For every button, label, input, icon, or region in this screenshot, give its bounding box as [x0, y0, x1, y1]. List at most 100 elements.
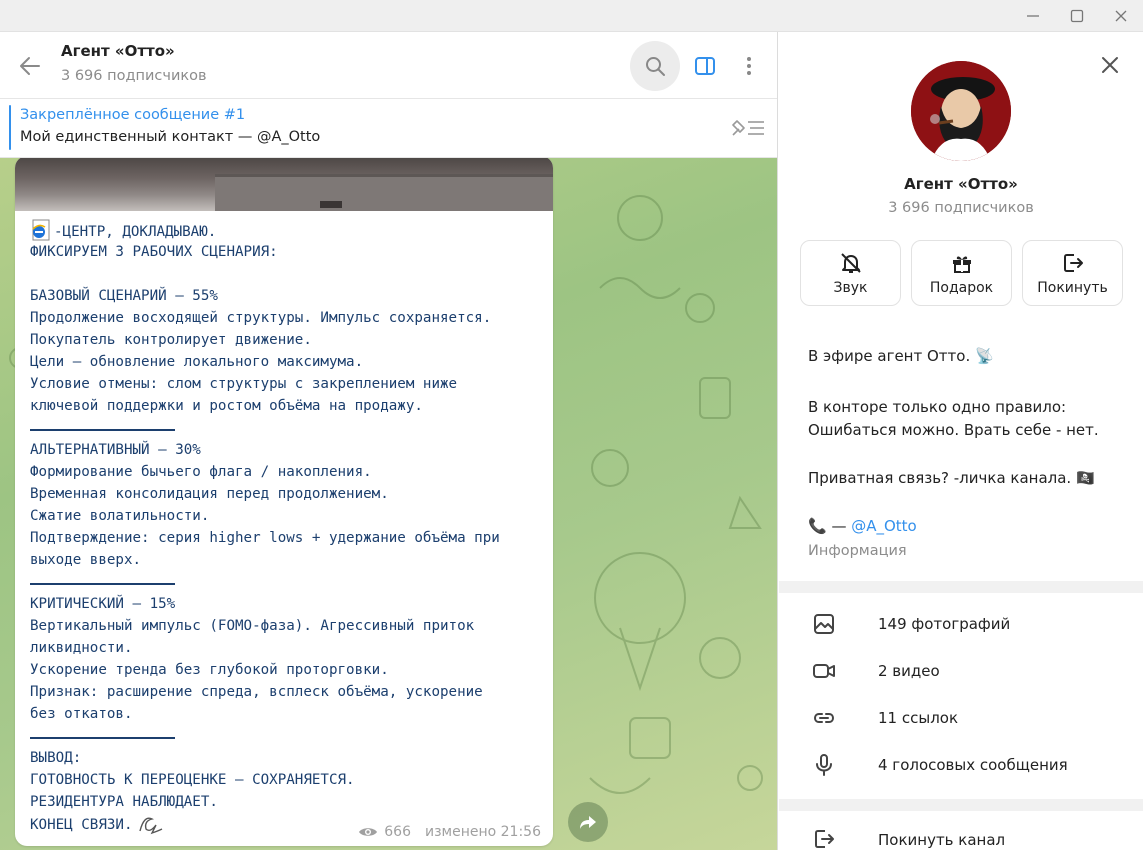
post-text-line-content: -ЦЕНТР, ДОКЛАДЫВАЮ.: [54, 224, 217, 240]
back-arrow-icon[interactable]: [16, 52, 44, 80]
description-line: Приватная связь? -личка канала. 🏴‍☠️: [808, 469, 1095, 487]
maximize-icon[interactable]: [1065, 4, 1089, 28]
internet-explorer-icon: [30, 219, 52, 241]
chat-panel: Агент «Отто» 3 696 подписчиков Закреплён…: [0, 32, 778, 850]
video-icon: [813, 664, 835, 678]
post-text-line: АЛЬТЕРНАТИВНЫЙ — 30%: [30, 442, 201, 458]
more-options-button[interactable]: [724, 41, 774, 91]
forward-icon: [580, 816, 596, 829]
leave-icon: [1064, 254, 1083, 272]
pinned-text: Мой единственный контакт — @A_Otto: [20, 129, 321, 145]
mute-button[interactable]: Звук: [800, 240, 901, 306]
contact-line: 📞 — @A_Otto: [808, 517, 917, 535]
description-line: Ошибаться можно. Врать себе - нет.: [808, 421, 1099, 439]
media-row-videos[interactable]: 2 видео: [779, 649, 1143, 696]
photo-detail: [320, 201, 342, 208]
pinned-title: Закреплённое сообщение #1: [20, 107, 246, 123]
channel-avatar[interactable]: [911, 61, 1011, 161]
post-text-line: Покупатель контролирует движение.: [30, 332, 312, 348]
gift-label: Подарок: [929, 280, 994, 296]
close-window-icon[interactable]: [1109, 4, 1133, 28]
leave-button[interactable]: Покинуть: [1022, 240, 1123, 306]
toggle-sidebar-button[interactable]: [680, 41, 730, 91]
search-button[interactable]: [630, 41, 680, 91]
post-text-line: выходе вверх.: [30, 552, 142, 568]
info-label: Информация: [808, 543, 907, 559]
gift-button[interactable]: Подарок: [911, 240, 1012, 306]
gift-icon: [953, 256, 971, 273]
profile-subscribers: 3 696 подписчиков: [888, 200, 1034, 216]
more-vertical-icon: [747, 57, 751, 75]
links-count: 11 ссылок: [878, 709, 959, 727]
description-line: В эфире агент Отто. 📡: [808, 347, 994, 365]
post-text-line: БАЗОВЫЙ СЦЕНАРИЙ — 55%: [30, 288, 218, 304]
chat-subscribers: 3 696 подписчиков: [61, 68, 207, 84]
description-line: В конторе только одно правило:: [808, 398, 1067, 416]
bell-off-icon: [841, 253, 861, 273]
post-text-line: КРИТИЧЕСКИЙ — 15%: [30, 596, 176, 612]
post-meta: 666 изменено 21:56: [358, 824, 541, 840]
post-text-line: Временная консолидация перед продолжение…: [30, 486, 389, 502]
pinned-indicator: [9, 105, 11, 150]
photos-count: 149 фотографий: [878, 615, 1011, 633]
post-text-line: Ускорение тренда без глубокой проторговк…: [30, 662, 389, 678]
sidebar-icon: [695, 57, 715, 75]
post-text-line: ГОТОВНОСТЬ К ПЕРЕОЦЕНКЕ — СОХРАНЯЕТСЯ.: [30, 772, 355, 788]
chat-background: -ЦЕНТР, ДОКЛАДЫВАЮ. ФИКСИРУЕМ 3 РАБОЧИХ С…: [0, 158, 777, 850]
channel-info-panel: Агент «Отто» 3 696 подписчиков Звук Пода…: [779, 32, 1143, 850]
leave-channel-row[interactable]: Покинуть канал: [779, 811, 1143, 850]
media-row-voice[interactable]: 4 голосовых сообщения: [779, 743, 1143, 790]
post-text-line: ключевой поддержки и ростом объёма на пр…: [30, 398, 423, 414]
post-text-line: Продолжение восходящей структуры. Импуль…: [30, 310, 492, 326]
profile-name: Агент «Отто»: [904, 175, 1018, 193]
separator-line: [30, 417, 545, 439]
media-row-links[interactable]: 11 ссылок: [779, 696, 1143, 743]
post-text-line: Признак: расширение спреда, всплеск объё…: [30, 684, 483, 700]
post-text-line: ликвидности.: [30, 640, 133, 656]
chat-title[interactable]: Агент «Отто»: [61, 42, 175, 60]
channel-description: В эфире агент Отто. 📡 В конторе только о…: [779, 325, 1143, 581]
post-text: -ЦЕНТР, ДОКЛАДЫВАЮ. ФИКСИРУЕМ 3 РАБОЧИХ С…: [30, 219, 545, 835]
post-text-line: Сжатие волатильности.: [30, 508, 210, 524]
phone-prefix: 📞 —: [808, 517, 852, 535]
post-photo[interactable]: [15, 158, 553, 211]
minimize-icon[interactable]: [1021, 4, 1045, 28]
separator-line: [30, 725, 545, 747]
window-titlebar: [0, 0, 1143, 32]
close-panel-icon[interactable]: [1098, 53, 1122, 77]
voice-count: 4 голосовых сообщения: [878, 756, 1068, 774]
post-text-line: РЕЗИДЕНТУРА НАБЛЮДАЕТ.: [30, 794, 218, 810]
post-text-line: без откатов.: [30, 706, 133, 722]
profile-header: Агент «Отто» 3 696 подписчиков Звук Пода…: [779, 32, 1143, 325]
media-row-photos[interactable]: 149 фотографий: [779, 602, 1143, 649]
telegram-window: Агент «Отто» 3 696 подписчиков Закреплён…: [0, 0, 1143, 850]
post-text-line: Вертикальный импульс (FOMO-фаза). Агресс…: [30, 618, 475, 634]
microphone-icon: [816, 754, 832, 776]
contact-link[interactable]: @A_Otto: [851, 517, 917, 535]
post-text-line: ФИКСИРУЕМ 3 РАБОЧИХ СЦЕНАРИЯ:: [30, 244, 278, 260]
post-text-line: -ЦЕНТР, ДОКЛАДЫВАЮ.: [30, 219, 545, 241]
post-text-line: Подтверждение: серия higher lows + удерж…: [30, 530, 500, 546]
post-text-line: ВЫВОД:: [30, 750, 82, 766]
views-eye-icon: [359, 828, 378, 836]
chat-header: Агент «Отто» 3 696 подписчиков: [0, 32, 777, 99]
post-text-line: Условие отмены: слом структуры с закрепл…: [30, 376, 458, 392]
photo-icon: [814, 614, 834, 634]
leave-channel-icon: [815, 830, 834, 848]
pin-list-icon[interactable]: [728, 115, 766, 141]
separator-line: [30, 571, 545, 593]
post-text-line: Цели — обновление локального максимума.: [30, 354, 364, 370]
leave-channel-label: Покинуть канал: [878, 831, 1006, 849]
photo-object: [215, 174, 553, 211]
shared-media-list: 149 фотографий 2 видео 11 ссылок 4 голос…: [779, 593, 1143, 799]
post-text-line: Формирование бычьего флага / накопления.: [30, 464, 372, 480]
signature-scribble: [137, 813, 165, 842]
channel-post[interactable]: -ЦЕНТР, ДОКЛАДЫВАЮ. ФИКСИРУЕМ 3 РАБОЧИХ С…: [15, 158, 553, 846]
mute-label: Звук: [833, 280, 868, 296]
forward-button[interactable]: [568, 802, 608, 842]
search-icon: [646, 57, 665, 76]
pinned-message-bar[interactable]: Закреплённое сообщение #1 Мой единственн…: [0, 99, 777, 158]
link-icon: [813, 713, 835, 723]
edited-time: изменено 21:56: [425, 824, 541, 840]
views-count: 666: [384, 824, 411, 840]
